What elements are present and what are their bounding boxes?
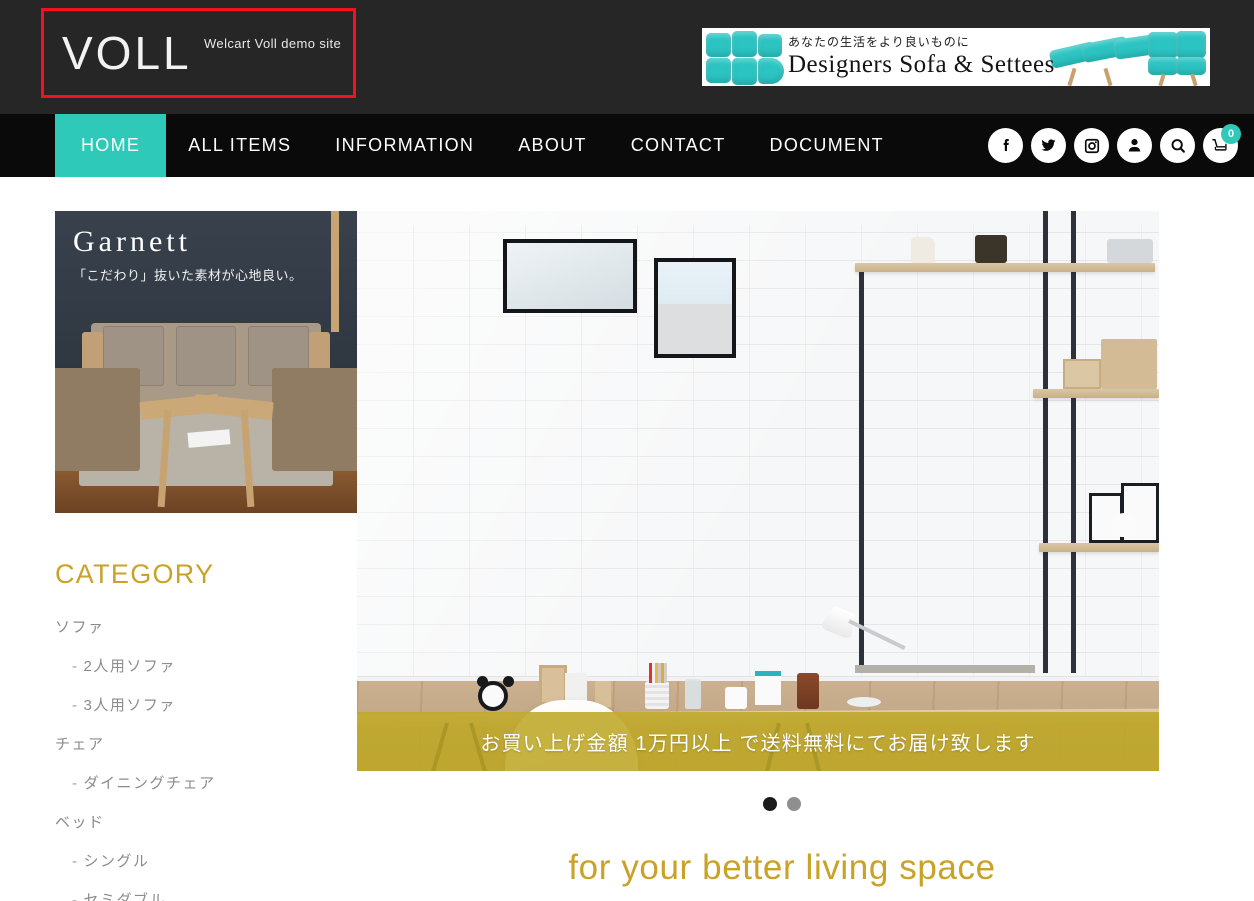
hero-promo-text: お買い上げ金額 1万円以上 で送料無料にてお届け致します [480,733,1036,755]
site-logo[interactable]: VOLL [62,30,192,76]
decor-books-box [1101,339,1157,389]
nav-item-all-items[interactable]: ALL ITEMS [166,114,313,177]
search-icon[interactable] [1160,128,1195,163]
banner-title: Designers Sofa & Settees [788,51,1055,78]
category-child-label: 2人用ソファ [83,658,176,675]
promo-subtitle: 「こだわり」抜いた素材が心地良い。 [73,268,303,283]
sidebar-promo-garnett[interactable]: Garnett 「こだわり」抜いた素材が心地良い。 [55,211,357,513]
category-child-label: 3人用ソファ [83,697,176,714]
sofa-illustration-right [1048,30,1208,86]
cart-count-badge: 0 [1221,124,1241,144]
nav-item-contact[interactable]: CONTACT [609,114,748,177]
category-child-3-seat-sofa[interactable]: -3人用ソファ [72,694,357,715]
sidebar: Garnett 「こだわり」抜いた素材が心地良い。 CATEGORY ソファ -… [0,211,357,901]
wall-frame-landscape [503,239,637,313]
wooden-box-decor [539,665,567,705]
category-parent-bed[interactable]: ベッド [55,811,357,832]
pencil-cup [645,681,669,709]
decor-glass-bottles [1107,239,1153,263]
category-list: ソファ -2人用ソファ -3人用ソファ チェア - ダイニングチェア ベッド -シ… [55,616,357,901]
nav-item-home[interactable]: HOME [55,114,167,177]
instagram-icon[interactable] [1074,128,1109,163]
promo-chair-left [55,368,140,471]
glass-tumbler [685,679,701,709]
amber-jar [797,673,819,709]
main-navigation: HOME ALL ITEMS INFORMATION ABOUT CONTACT… [0,114,1254,177]
site-header: VOLL Welcart Voll demo site あなたの生活をより良いも… [0,0,1254,114]
promo-title: Garnett [73,225,191,258]
logo-highlight-box[interactable]: VOLL Welcart Voll demo site [41,8,356,98]
pencils [649,663,667,683]
promo-chair-right [272,368,357,471]
category-child-semi-double[interactable]: - セミダブル [72,889,357,901]
page-content: Garnett 「こだわり」抜いた素材が心地良い。 CATEGORY ソファ -… [0,177,1254,901]
user-account-icon[interactable] [1117,128,1152,163]
list-dash: - [72,775,79,792]
list-dash: - [72,697,79,714]
category-child-label: ダイニングチェア [83,775,216,792]
category-child-label: セミダブル [83,892,167,901]
decor-white-teapot [1111,513,1137,537]
site-tagline: Welcart Voll demo site [204,36,342,51]
category-child-single[interactable]: - シングル [72,850,357,871]
facebook-icon[interactable] [988,128,1023,163]
category-parent-chair[interactable]: チェア [55,733,357,754]
carousel-dot-1[interactable] [763,797,777,811]
decor-binoculars [975,235,1007,263]
category-child-2-seat-sofa[interactable]: -2人用ソファ [72,655,357,676]
banner-text-group: あなたの生活をより良いものに Designers Sofa & Settees [788,33,1055,80]
desk-calendar [755,671,781,705]
desk-lamp-base [847,697,881,707]
banner-subtitle: あなたの生活をより良いものに [788,35,970,49]
header-icon-group: 0 [988,114,1241,177]
hero-carousel-slide[interactable]: お買い上げ金額 1万円以上 で送料無料にてお届け致します [357,211,1159,771]
category-child-dining-chair[interactable]: - ダイニングチェア [72,772,357,793]
shelving-unit [849,211,1159,691]
list-dash: - [72,853,79,870]
promo-sofa-cushion [175,325,237,387]
hero-promo-bar[interactable]: お買い上げ金額 1万円以上 で送料無料にてお届け致します [357,712,1159,771]
alarm-clock-bell [503,676,514,687]
designers-sofa-banner[interactable]: あなたの生活をより良いものに Designers Sofa & Settees [702,28,1210,86]
category-heading: CATEGORY [55,559,215,589]
list-dash: - [72,892,79,901]
white-mug [725,687,747,709]
nav-item-list: HOME ALL ITEMS INFORMATION ABOUT CONTACT… [55,114,906,177]
decor-hand-sculpture [911,237,935,263]
nav-item-information[interactable]: INFORMATION [313,114,496,177]
list-dash: - [72,658,79,675]
category-child-label: シングル [83,853,150,870]
sofa-illustration-left [706,31,784,86]
cart-icon[interactable]: 0 [1203,124,1241,163]
alarm-clock-bell [477,676,488,687]
wall-frame-portrait [654,258,736,358]
nav-item-about[interactable]: ABOUT [496,114,609,177]
decor-small-shelf-box [1063,359,1101,389]
carousel-dots [357,797,1207,811]
promo-coat-rack [331,211,339,332]
main-column: お買い上げ金額 1万円以上 で送料無料にてお届け致します for your be… [357,211,1254,901]
twitter-icon[interactable] [1031,128,1066,163]
nav-item-document[interactable]: DOCUMENT [748,114,906,177]
category-parent-sofa[interactable]: ソファ [55,616,357,637]
site-tagline-main: for your better living space [568,848,996,887]
carousel-dot-2[interactable] [787,797,801,811]
